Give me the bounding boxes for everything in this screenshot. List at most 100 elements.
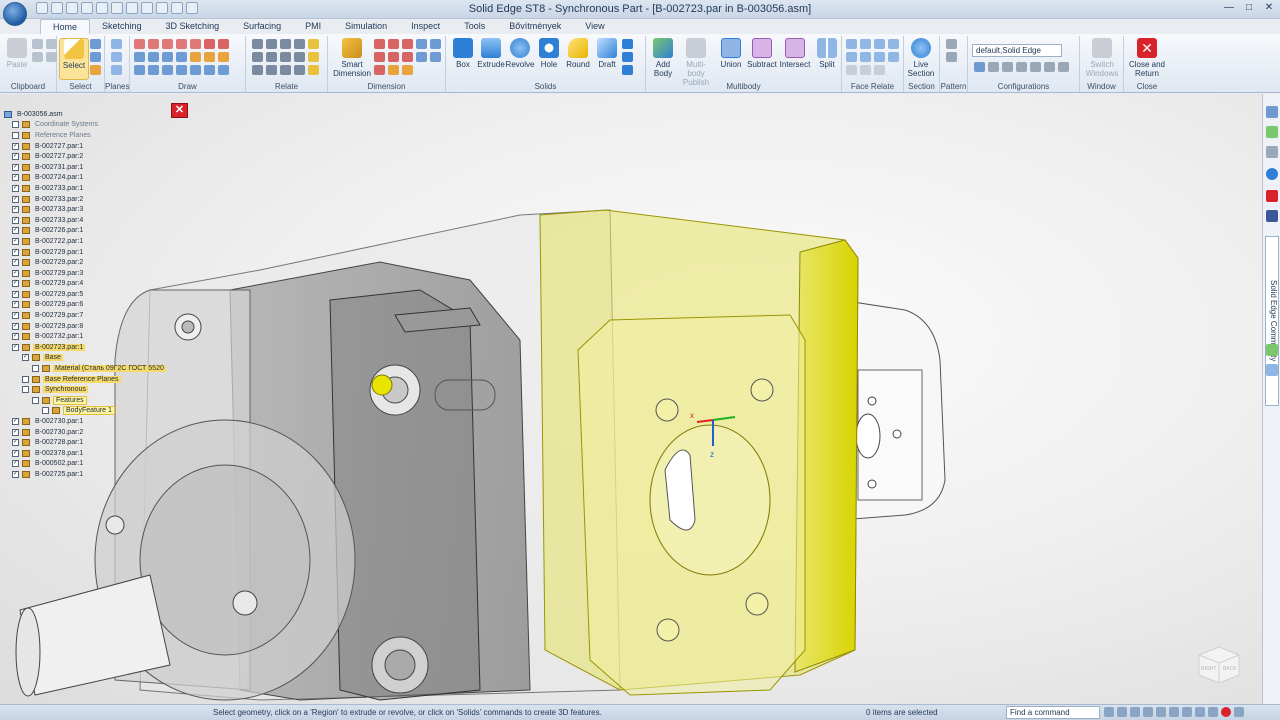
tree-item-checkbox[interactable]: ✓ [12,460,19,468]
tree-item-checkbox[interactable] [22,375,29,383]
dim-table-icon[interactable] [388,65,399,75]
zoom-icon[interactable] [1130,707,1140,717]
select-button[interactable]: Select [59,38,89,80]
perpendicular-icon[interactable] [280,52,291,62]
tree-item[interactable]: Features [4,395,194,406]
find-command-input[interactable]: Find a command [1006,706,1100,719]
tree-item-checkbox[interactable]: ✓ [12,470,19,478]
display-options-icon[interactable] [1234,707,1244,717]
tab-inspect[interactable]: Inspect [399,19,452,34]
tree-item-checkbox[interactable]: ✓ [12,227,19,235]
angle-between-icon[interactable] [388,39,399,49]
tab-sketching[interactable]: Sketching [90,19,154,34]
tangent-face-icon[interactable] [846,52,857,62]
perpendicular-face-icon[interactable] [888,39,899,49]
close-and-return-button[interactable]: ✕ Close and Return [1128,38,1166,80]
tab-surfacing[interactable]: Surfacing [231,19,293,34]
symmetric-diameter-icon[interactable] [430,39,441,49]
mirror-feature-icon[interactable] [622,65,633,75]
point-icon[interactable] [134,65,145,75]
tree-item-checkbox[interactable] [32,396,39,404]
configuration-select[interactable]: default,Solid Edge [972,44,1062,57]
tree-item-checkbox[interactable] [12,121,19,129]
tree-item-checkbox[interactable]: ✓ [12,216,19,224]
tree-item[interactable]: Reference Planes [4,130,194,141]
rectangle-icon[interactable] [134,52,145,62]
add-body-button[interactable]: Add Body [648,38,678,80]
tree-item[interactable]: ✓ B-002730.par:1 [4,416,194,427]
tree-item[interactable]: ✓ B-002729.par:2 [4,257,194,268]
format-painter-icon[interactable] [32,52,43,62]
tree-item-checkbox[interactable] [42,407,49,415]
tree-item[interactable]: ✓ B-002729.par:4 [4,279,194,290]
tree-item[interactable]: ✓ B-002724.par:1 [4,173,194,184]
arc-icon[interactable] [162,39,173,49]
live-section-button[interactable]: Live Section [906,38,936,80]
scale-icon[interactable] [218,52,229,62]
tree-item[interactable]: ✓ B-002733.par:4 [4,215,194,226]
zone-config-icon[interactable] [1002,62,1013,72]
tree-root[interactable]: B-003056.asm [4,109,194,120]
lock-icon[interactable] [308,39,319,49]
youtube-icon[interactable] [1266,190,1278,202]
move-icon[interactable] [190,52,201,62]
fit-icon[interactable] [1117,707,1127,717]
color-manager-icon[interactable] [1266,344,1278,356]
dim-style-icon[interactable] [388,52,399,62]
tree-item-checkbox[interactable]: ✓ [12,333,19,341]
coplanar-icon[interactable] [846,39,857,49]
tab-3d-sketching[interactable]: 3D Sketching [154,19,232,34]
include-icon[interactable] [162,65,173,75]
tree-item-checkbox[interactable]: ✓ [12,174,19,182]
box-button[interactable]: Box [448,38,478,80]
ellipse-icon[interactable] [190,39,201,49]
tree-item-checkbox[interactable]: ✓ [12,248,19,256]
maximize-icon[interactable]: □ [1242,2,1256,14]
views-icon[interactable] [1266,364,1278,376]
angled-plane-icon[interactable] [111,65,122,75]
extend-icon[interactable] [176,65,187,75]
multibody-publish-button[interactable]: Multi-body Publish [678,38,714,87]
tree-item[interactable]: ✓ B-002722.par:1 [4,236,194,247]
horizontal-icon[interactable] [266,52,277,62]
subtract-button[interactable]: Subtract [746,38,778,80]
line-icon[interactable] [134,39,145,49]
tree-item-checkbox[interactable]: ✓ [12,153,19,161]
union-button[interactable]: Union [716,38,746,80]
mirror-icon[interactable] [176,52,187,62]
vertical-icon[interactable] [280,65,291,75]
spin-icon[interactable] [1182,707,1192,717]
tree-item-checkbox[interactable]: ✓ [12,184,19,192]
camera-config-icon[interactable] [1016,62,1027,72]
tree-item[interactable]: ✓ B-002733.par:1 [4,183,194,194]
application-button[interactable] [3,2,27,26]
reset-config-icon[interactable] [1058,62,1069,72]
tab-home[interactable]: Home [40,19,91,34]
parallel-plane-icon[interactable] [111,52,122,62]
circular-pattern-icon[interactable] [946,52,957,62]
tree-item-checkbox[interactable]: ✓ [12,237,19,245]
tree-item-checkbox[interactable]: ✓ [12,449,19,457]
circle-icon[interactable] [176,39,187,49]
rigid-face-icon[interactable] [888,52,899,62]
tree-item-checkbox[interactable]: ✓ [12,163,19,171]
dim-axis-icon[interactable] [402,52,413,62]
concentric-icon[interactable] [280,39,291,49]
layers-icon[interactable] [1266,106,1278,118]
community-tab[interactable]: Solid Edge Community [1265,236,1279,406]
delete-icon[interactable] [46,52,57,62]
pmi-text-icon[interactable] [430,52,441,62]
apply-config-icon[interactable] [1044,62,1055,72]
tab-pmi[interactable]: PMI [293,19,333,34]
symmetric-icon[interactable] [294,52,305,62]
copy-icon[interactable] [46,39,57,49]
tree-item[interactable]: ✓ B-002729.par:1 [4,247,194,258]
close-window-icon[interactable]: ✕ [1262,2,1276,14]
equal-radius-icon[interactable] [860,65,871,75]
view-config-icon[interactable] [974,62,985,72]
tree-item[interactable]: Base Reference Planes [4,374,194,385]
tree-item-checkbox[interactable]: ✓ [22,354,29,362]
tree-item-checkbox[interactable] [32,365,39,373]
equal-icon[interactable] [294,39,305,49]
help-icon[interactable] [1266,168,1278,180]
